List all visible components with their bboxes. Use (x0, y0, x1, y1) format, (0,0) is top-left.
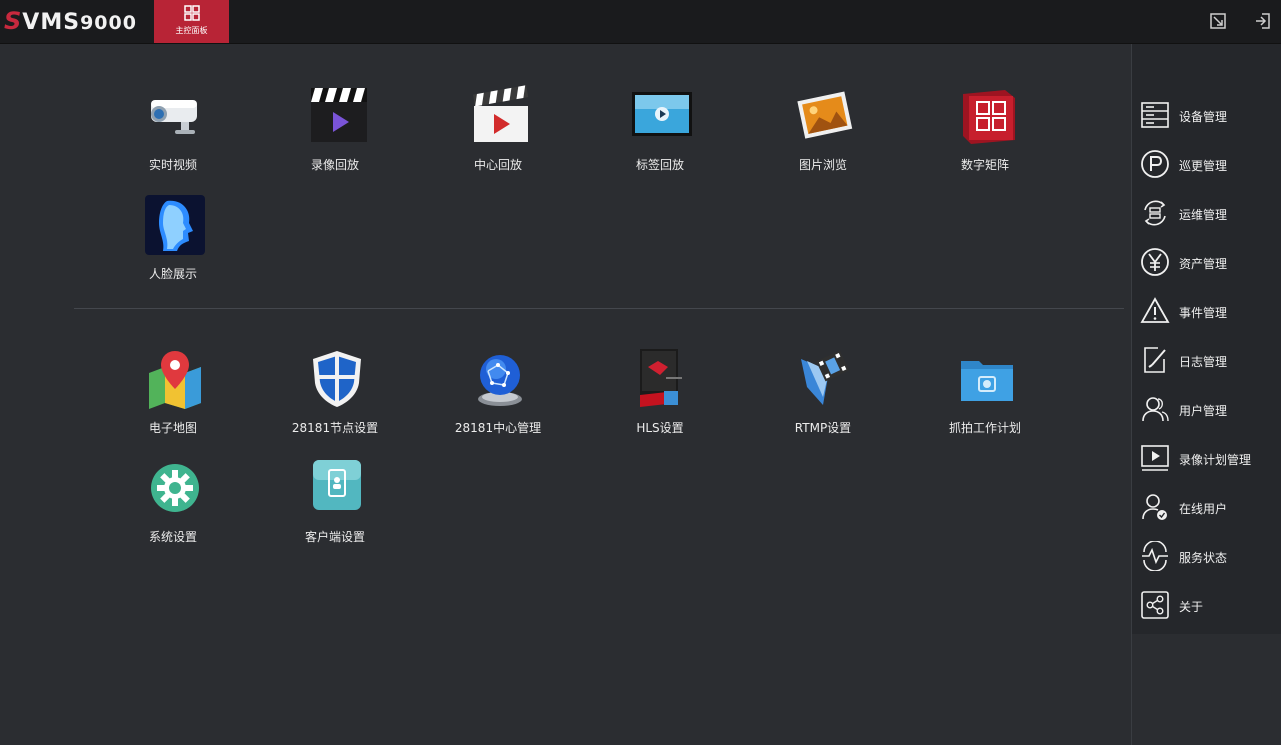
photo-icon (797, 91, 853, 139)
module-label: 28181节点设置 (291, 421, 379, 435)
sidebar-item-label: 事件管理 (1179, 306, 1228, 320)
gear-icon (151, 464, 199, 512)
module-digital-matrix[interactable]: 数字矩阵 (915, 84, 1055, 184)
patrol-p-icon (1141, 150, 1169, 178)
module-hls-settings[interactable]: HLS设置 (590, 347, 730, 447)
sidebar-item-label: 设备管理 (1179, 110, 1228, 124)
module-label: 28181中心管理 (454, 421, 542, 435)
module-e-map[interactable]: 电子地图 (103, 347, 243, 447)
home-tab-label: 主控面板 (175, 26, 208, 35)
globe-network-icon (478, 355, 522, 406)
module-live-video[interactable]: 实时视频 (103, 84, 243, 184)
module-label: 实时视频 (148, 158, 197, 172)
logo-s: S (4, 7, 23, 35)
clapperboard-play-icon (311, 88, 367, 142)
module-photo-browse[interactable]: 图片浏览 (753, 84, 893, 184)
management-sidebar: 设备管理 巡更管理 运维管理 资产管理 事件管理 日志管理 用户管理 录像计划管… (1131, 44, 1281, 745)
client-tablet-icon (313, 460, 361, 510)
module-snapshot-plan[interactable]: 抓拍工作计划 (915, 347, 1055, 447)
module-28181-center[interactable]: 28181中心管理 (428, 347, 568, 447)
module-face-display[interactable]: 人脸展示 (103, 193, 243, 293)
sidebar-item-label: 资产管理 (1179, 257, 1228, 271)
sidebar-item-label: 巡更管理 (1179, 159, 1228, 173)
hls-device-icon (640, 349, 682, 407)
sidebar-item-patrol-management[interactable]: 巡更管理 (1132, 143, 1281, 187)
users-icon (1142, 397, 1169, 422)
sidebar-item-event-management[interactable]: 事件管理 (1132, 290, 1281, 334)
logout-icon[interactable] (1254, 12, 1272, 30)
sidebar-panel: 设备管理 巡更管理 运维管理 资产管理 事件管理 日志管理 用户管理 录像计划管… (1132, 44, 1281, 634)
shield-icon (313, 351, 361, 407)
grid-icon (184, 5, 200, 21)
module-rtmp-settings[interactable]: RTMP设置 (753, 347, 893, 447)
rtmp-film-icon (801, 350, 850, 405)
share-about-icon (1141, 591, 1169, 619)
sidebar-item-about[interactable]: 关于 (1132, 584, 1281, 628)
sidebar-item-online-users[interactable]: 在线用户 (1132, 486, 1281, 530)
maintenance-cycle-icon (1144, 200, 1166, 226)
logo-number: 9000 (80, 12, 137, 34)
module-system-settings[interactable]: 系统设置 (103, 456, 243, 556)
top-bar: SVMS9000 主控面板 (0, 0, 1281, 44)
module-center-playback[interactable]: 中心回放 (428, 84, 568, 184)
sidebar-item-label: 在线用户 (1179, 502, 1228, 516)
module-label: 系统设置 (148, 530, 197, 544)
yen-coin-icon (1141, 248, 1169, 276)
module-label: 电子地图 (148, 421, 197, 435)
resize-icon[interactable] (1209, 12, 1227, 30)
sidebar-item-label: 日志管理 (1179, 355, 1228, 369)
sidebar-item-label: 运维管理 (1179, 208, 1228, 222)
cctv-camera-icon (151, 100, 197, 134)
online-user-icon (1142, 494, 1167, 520)
home-tab[interactable]: 主控面板 (154, 0, 229, 43)
matrix-cube-icon (963, 90, 1015, 144)
module-area: 实时视频 录像回放 中心回放 标签回放 图片浏览 数字矩阵 人脸展示 电子地图 … (0, 44, 1131, 745)
module-label: 人脸展示 (148, 267, 197, 281)
log-edit-icon (1144, 347, 1166, 373)
sidebar-item-label: 关于 (1179, 600, 1204, 614)
sidebar-item-maintenance[interactable]: 运维管理 (1132, 192, 1281, 236)
module-label: 中心回放 (473, 158, 522, 172)
map-pin-icon (149, 351, 201, 409)
sidebar-item-device-management[interactable]: 设备管理 (1132, 94, 1281, 138)
logo-vms: VMS (22, 10, 81, 35)
sidebar-item-label: 录像计划管理 (1179, 453, 1252, 467)
app-logo: SVMS9000 (4, 6, 137, 36)
service-pulse-icon (1142, 541, 1168, 571)
module-label: 客户端设置 (304, 530, 365, 544)
module-label: HLS设置 (636, 421, 684, 435)
sidebar-item-asset-management[interactable]: 资产管理 (1132, 241, 1281, 285)
sidebar-item-service-status[interactable]: 服务状态 (1132, 535, 1281, 579)
module-label: 录像回放 (310, 158, 359, 172)
module-tag-playback[interactable]: 标签回放 (590, 84, 730, 184)
module-label: 图片浏览 (798, 158, 847, 172)
clapperboard-red-play-icon (473, 85, 529, 142)
sidebar-item-label: 用户管理 (1179, 404, 1228, 418)
face-profile-icon (145, 195, 205, 255)
warning-triangle-icon (1140, 297, 1170, 323)
server-rack-icon (1141, 102, 1169, 128)
folder-camera-icon (961, 361, 1013, 401)
record-plan-icon (1141, 445, 1169, 471)
module-label: 数字矩阵 (960, 158, 1009, 172)
module-label: RTMP设置 (794, 421, 852, 435)
monitor-play-icon (632, 92, 692, 136)
module-client-settings[interactable]: 客户端设置 (265, 456, 405, 556)
sidebar-item-record-plan[interactable]: 录像计划管理 (1132, 437, 1281, 481)
module-label: 标签回放 (635, 158, 684, 172)
module-label: 抓拍工作计划 (948, 421, 1021, 435)
module-28181-node[interactable]: 28181节点设置 (265, 347, 405, 447)
section-divider (74, 308, 1124, 309)
sidebar-item-user-management[interactable]: 用户管理 (1132, 388, 1281, 432)
sidebar-item-log-management[interactable]: 日志管理 (1132, 339, 1281, 383)
sidebar-item-label: 服务状态 (1179, 551, 1228, 565)
module-record-playback[interactable]: 录像回放 (265, 84, 405, 184)
